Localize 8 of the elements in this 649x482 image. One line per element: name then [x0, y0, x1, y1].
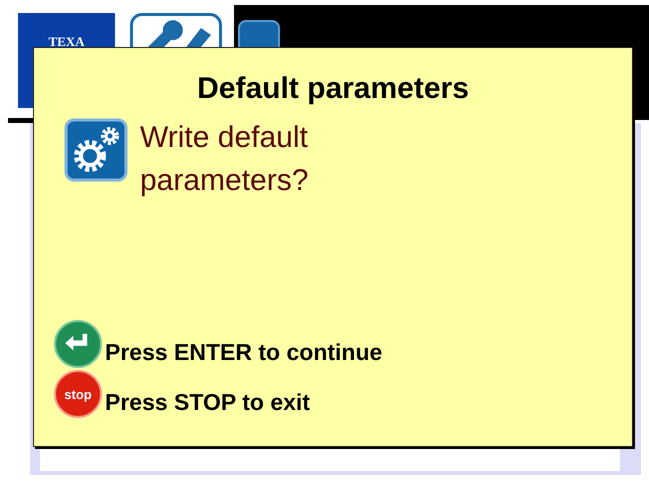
hint-text: Press ENTER to continue: [105, 339, 382, 366]
message: Write default parameters?: [140, 120, 310, 199]
stop-key-icon: stop: [54, 370, 102, 418]
hint-text: Press STOP to exit: [105, 389, 310, 416]
dialog-title: Default parameters: [196, 72, 470, 106]
gears-icon: [64, 118, 128, 182]
enter-key-icon: [54, 320, 102, 368]
logo-text: TEXA: [48, 34, 85, 51]
